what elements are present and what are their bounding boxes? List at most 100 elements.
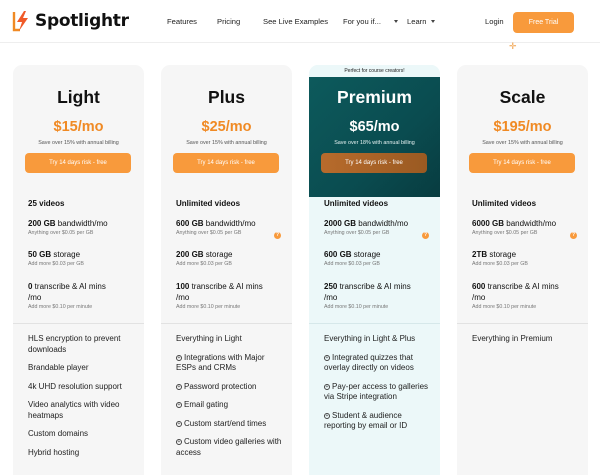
feature-intro: Everything in Light & Plus	[324, 334, 416, 343]
storage-quota: 50 GB storage Add more $0.03 per GB	[28, 250, 138, 267]
transcribe-amount: 600	[472, 282, 486, 291]
sparkle-icon: ✛	[509, 41, 517, 51]
feature-item: + Custom start/end times	[176, 419, 286, 430]
storage-overage: Add more $0.03 per GB	[472, 261, 528, 267]
plan-name: Premium	[337, 87, 412, 107]
videos-quota: Unlimited videos	[324, 199, 434, 208]
plan-price: $15/mo	[53, 119, 104, 135]
storage-label: storage	[203, 250, 233, 259]
try-free-button[interactable]: Try 14 days risk - free	[25, 153, 131, 173]
plan-name: Light	[57, 87, 100, 107]
storage-quota: 600 GB storage Add more $0.03 per GB	[324, 250, 434, 267]
billing-note: Save over 15% with annual billing	[38, 140, 119, 146]
plan-header: Plus $25/mo Save over 15% with annual bi…	[161, 65, 292, 185]
plus-circle-icon: +	[176, 354, 182, 361]
nav-features[interactable]: Features	[167, 17, 197, 26]
nav-for-you-if[interactable]: For you if...	[343, 17, 398, 26]
feature-item: Hybrid hosting	[28, 447, 80, 457]
bandwidth-quota: 600 GB bandwidth/mo Anything over $0.05 …	[176, 219, 286, 239]
transcribe-label: transcribe & AI mins	[32, 282, 106, 291]
feature-item: + Integrated quizzes that overlay directl…	[324, 353, 434, 374]
nav-pricing[interactable]: Pricing	[217, 17, 240, 26]
nav-live-examples[interactable]: See Live Examples	[263, 17, 328, 26]
bandwidth-overage: Anything over $0.05 per GB	[324, 230, 390, 236]
transcribe-period: /mo	[324, 293, 338, 302]
feature-text: Email gating	[184, 400, 229, 409]
help-icon[interactable]: ?	[422, 232, 429, 239]
free-trial-button[interactable]: Free Trial	[513, 12, 574, 33]
top-nav: Spotlightr Features Pricing See Live Exa…	[0, 0, 600, 43]
storage-quota: 2TB storage Add more $0.03 per GB	[472, 250, 582, 267]
plan-header: Light $15/mo Save over 15% with annual b…	[13, 65, 144, 185]
bandwidth-quota: 200 GB bandwidth/mo Anything over $0.05 …	[28, 219, 138, 236]
bandwidth-overage: Anything over $0.05 per GB	[176, 230, 242, 236]
storage-overage: Add more $0.03 per GB	[28, 261, 84, 267]
bandwidth-quota: 6000 GB bandwidth/mo Anything over $0.05…	[472, 219, 582, 239]
videos-quota: Unlimited videos	[472, 199, 582, 208]
plan-price: $195/mo	[493, 119, 552, 135]
videos-quota: Unlimited videos	[176, 199, 286, 208]
divider	[457, 323, 588, 324]
help-icon[interactable]: ?	[274, 232, 281, 239]
help-icon[interactable]: ?	[570, 232, 577, 239]
transcribe-period: /mo	[176, 293, 190, 302]
divider	[13, 323, 144, 324]
transcribe-quota: 600 transcribe & AI mins /mo Add more $0…	[472, 282, 582, 310]
nav-learn[interactable]: Learn	[407, 17, 436, 26]
transcribe-label: transcribe & AI mins	[485, 282, 559, 291]
feature-list: HLS encryption to prevent downloads Bran…	[28, 334, 138, 466]
bandwidth-quota: 2000 GB bandwidth/mo Anything over $0.05…	[324, 219, 434, 239]
plan-name: Plus	[208, 87, 245, 107]
plan-name: Scale	[499, 87, 546, 107]
feature-list: Everything in Premium	[472, 334, 582, 353]
bandwidth-label: bandwidth/mo	[55, 219, 108, 228]
bandwidth-amount: 6000 GB	[472, 219, 505, 228]
brand-logo[interactable]: Spotlightr	[12, 9, 129, 33]
plan-card-plus: Plus $25/mo Save over 15% with annual bi…	[161, 65, 292, 475]
storage-overage: Add more $0.03 per GB	[176, 261, 232, 267]
try-free-button[interactable]: Try 14 days risk - free	[321, 153, 427, 173]
chevron-down-icon	[431, 20, 436, 23]
try-free-button[interactable]: Try 14 days risk - free	[173, 153, 279, 173]
recommended-ribbon: Perfect for course creators!	[309, 65, 440, 77]
videos-label: Unlimited videos	[176, 199, 241, 208]
plan-card-scale: Scale $195/mo Save over 15% with annual …	[457, 65, 588, 475]
transcribe-overage: Add more $0.10 per minute	[472, 304, 537, 310]
storage-amount: 200 GB	[176, 250, 204, 259]
chevron-down-icon	[393, 20, 398, 23]
feature-item: + Integrations with Major ESPs and CRMs	[176, 353, 286, 374]
plus-circle-icon: +	[324, 383, 330, 390]
plan-card-light: Light $15/mo Save over 15% with annual b…	[13, 65, 144, 475]
feature-item: + Email gating	[176, 400, 286, 411]
plus-circle-icon: +	[176, 439, 182, 445]
transcribe-amount: 100	[176, 282, 190, 291]
feature-item: + Pay-per access to galleries via Stripe …	[324, 382, 434, 403]
bandwidth-label: bandwidth/mo	[203, 219, 256, 228]
login-link[interactable]: Login	[485, 17, 504, 26]
plus-circle-icon: +	[324, 412, 330, 419]
feature-list: Everything in Light & Plus + Integrated q…	[324, 334, 434, 440]
feature-item: HLS encryption to prevent downloads	[28, 334, 121, 354]
transcribe-quota: 0 transcribe & AI mins /mo Add more $0.1…	[28, 282, 138, 310]
plus-circle-icon: +	[176, 420, 182, 427]
transcribe-quota: 250 transcribe & AI mins /mo Add more $0…	[324, 282, 434, 310]
nav-for-you-label: For you if...	[343, 17, 381, 26]
feature-text: Student & audience reporting by email or…	[324, 410, 408, 431]
feature-text: Custom start/end times	[184, 418, 267, 428]
billing-note: Save over 15% with annual billing	[482, 140, 563, 146]
feature-text: Password protection	[184, 381, 257, 391]
storage-overage: Add more $0.03 per GB	[324, 261, 380, 267]
videos-quota: 25 videos	[28, 199, 138, 208]
try-free-button[interactable]: Try 14 days risk - free	[469, 153, 575, 173]
transcribe-label: transcribe & AI mins	[337, 282, 411, 291]
bandwidth-amount: 2000 GB	[324, 219, 357, 228]
plan-header: Scale $195/mo Save over 15% with annual …	[457, 65, 588, 185]
feature-item: + Password protection	[176, 382, 286, 393]
feature-text: Integrated quizzes that overlay directly…	[324, 352, 414, 373]
feature-intro: Everything in Light	[176, 334, 242, 343]
feature-item: 4k UHD resolution support	[28, 381, 122, 391]
feature-list: Everything in Light + Integrations with M…	[176, 334, 286, 466]
feature-item: + Student & audience reporting by email o…	[324, 411, 434, 432]
transcribe-period: /mo	[472, 293, 486, 302]
storage-quota: 200 GB storage Add more $0.03 per GB	[176, 250, 286, 267]
